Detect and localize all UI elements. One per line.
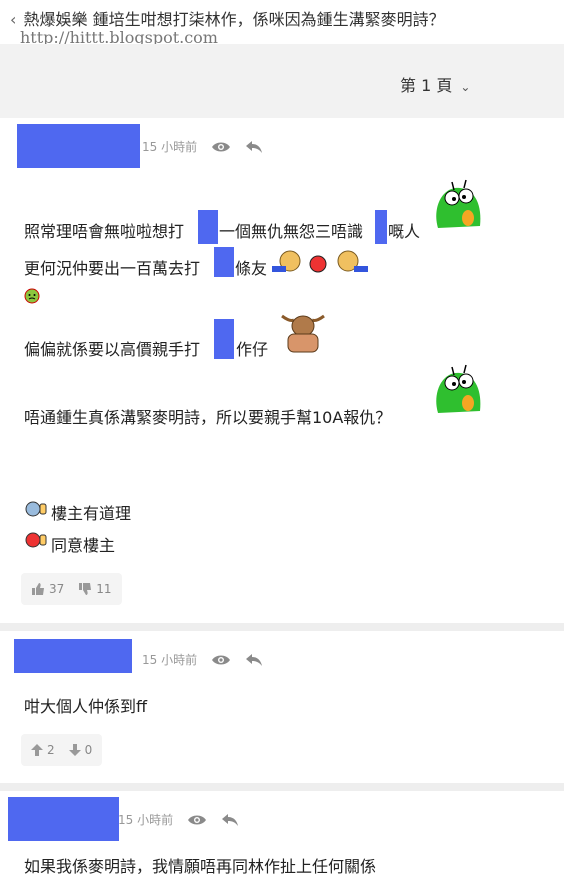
- thumbs-up-icon: [32, 583, 44, 595]
- reply-post: 15 小時前 如果我係麥明詩，我情願唔再同林作扯上任何關係: [0, 791, 564, 883]
- top-bar: ‹ 熱爆娛樂 鍾培生咁想打柒林作，係咪因為鍾生溝緊麥明詩？ http://hit…: [0, 0, 564, 47]
- post-text-line: 咁大個人仲係到ff: [24, 697, 148, 716]
- pager-bar: 第 1 頁 ⌄: [0, 44, 564, 118]
- username-redacted[interactable]: [17, 124, 140, 168]
- redaction-block: [375, 210, 387, 244]
- post-text-line: 更何況仲要出一百萬去打: [24, 259, 201, 278]
- reply-post: 15 小時前 咁大個人仲係到ff 2 0: [0, 631, 564, 783]
- redaction-block: [214, 319, 234, 359]
- post-text-line: 唔通鍾生真係溝緊麥明詩，所以要親手幫10A報仇？: [24, 408, 392, 427]
- redaction-block: [198, 210, 218, 244]
- reply-icon[interactable]: [245, 653, 263, 667]
- upvote-count: 2: [47, 743, 55, 757]
- post-divider: [0, 783, 564, 791]
- thumbs-down-icon: [79, 583, 92, 595]
- username-redacted[interactable]: [8, 797, 119, 841]
- vote-bar: 2 0: [21, 734, 103, 766]
- post-text-line: 一個無仇無怨三唔識: [219, 222, 364, 241]
- post-text-line: 嘅人: [388, 222, 421, 241]
- reply-post: 15 小時前 照常理唔會無啦啦想打 一個無仇無怨三唔識 嘅人 更何況仲要出一百萬…: [0, 118, 564, 623]
- vote-bar: 37 11: [21, 573, 122, 605]
- angry-emoji: [24, 531, 48, 553]
- thread-title: 熱爆娛樂 鍾培生咁想打柒林作，係咪因為鍾生溝緊麥明詩？: [23, 10, 445, 29]
- post-time: 15 小時前: [142, 653, 198, 667]
- post-meta: 15 小時前: [142, 651, 263, 668]
- upvote-button[interactable]: 2: [31, 743, 55, 757]
- post-text-line: 照常理唔會無啦啦想打: [24, 222, 185, 241]
- username-redacted[interactable]: [14, 639, 132, 673]
- post-divider: [0, 623, 564, 631]
- downvote-button[interactable]: 0: [68, 743, 93, 757]
- arrow-down-icon: [68, 744, 81, 756]
- post-text-line: 同意樓主: [51, 536, 116, 555]
- chevron-down-icon: ⌄: [460, 80, 471, 94]
- eye-icon[interactable]: [211, 140, 231, 154]
- page-label: 第 1 頁: [400, 76, 453, 95]
- post-text-line: 如果我係麥明詩，我情願唔再同林作扯上任何關係: [24, 857, 377, 876]
- back-icon[interactable]: ‹: [10, 10, 16, 29]
- page-selector[interactable]: 第 1 頁 ⌄: [400, 72, 470, 96]
- post-meta: 15 小時前: [118, 811, 239, 828]
- dislike-count: 11: [96, 582, 112, 596]
- dog-emoji: [272, 248, 368, 278]
- reply-icon[interactable]: [221, 813, 239, 827]
- post-meta: 15 小時前: [142, 138, 263, 155]
- redaction-block: [214, 247, 234, 277]
- post-text-line: 作仔: [236, 340, 269, 359]
- eye-icon[interactable]: [187, 813, 207, 827]
- post-text-line: 樓主有道理: [51, 504, 132, 523]
- post-text-line: 條友: [235, 259, 268, 278]
- arrow-up-icon: [31, 744, 43, 756]
- green-monster-emoji: [430, 178, 488, 238]
- downvote-count: 0: [84, 743, 93, 757]
- green-monster-emoji: [430, 363, 488, 423]
- sick-face-emoji: [24, 288, 40, 308]
- post-time: 15 小時前: [118, 813, 174, 827]
- reply-icon[interactable]: [245, 140, 263, 154]
- post-time: 15 小時前: [142, 140, 198, 154]
- like-count: 37: [49, 582, 65, 596]
- eye-icon[interactable]: [211, 653, 231, 667]
- post-text-line: 偏偏就係要以高價親手打: [24, 340, 201, 359]
- agree-emoji: [24, 500, 48, 522]
- dislike-button[interactable]: 11: [78, 582, 112, 596]
- thread-title-row: ‹ 熱爆娛樂 鍾培生咁想打柒林作，係咪因為鍾生溝緊麥明詩？: [10, 6, 445, 30]
- like-button[interactable]: 37: [31, 582, 64, 596]
- bull-emoji: [276, 310, 330, 358]
